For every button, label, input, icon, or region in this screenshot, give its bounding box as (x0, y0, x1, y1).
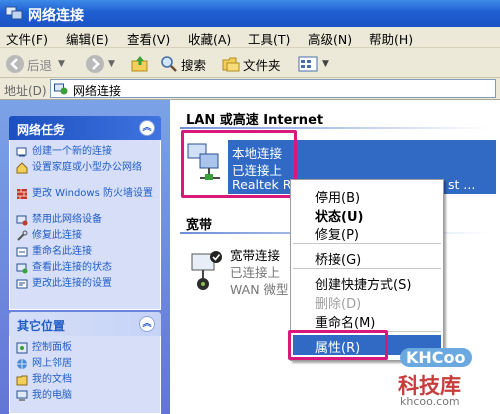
other-places-header[interactable]: 其它位置 ︽ (9, 312, 161, 336)
address-bar: 地址(D) 网络连接 (0, 78, 500, 100)
menu-advanced[interactable]: 高级(N) (308, 29, 352, 48)
lan-group-divider (180, 127, 490, 129)
broadband-group-header: 宽带 (186, 218, 213, 233)
address-field[interactable]: 网络连接 (50, 79, 496, 98)
search-button[interactable]: 搜索 (160, 54, 206, 74)
status-icon (16, 263, 28, 274)
menu-bar: 文件(F) 编辑(E) 查看(V) 收藏(A) 工具(T) 高级(N) 帮助(H… (0, 27, 500, 48)
new-connection-icon (16, 147, 27, 157)
task-sidebar: 网络任务 ︽ 创建一个新的连接 设置家庭或小型办公网络 更改 Windows 防… (0, 100, 170, 414)
ctx-repair[interactable]: 修复(P) (315, 224, 359, 243)
control-panel-icon (16, 342, 28, 354)
up-folder-button[interactable] (130, 54, 150, 74)
network-tasks-panel: 网络任务 ︽ 创建一个新的连接 设置家庭或小型办公网络 更改 Windows 防… (9, 116, 161, 310)
collapse-icon[interactable]: ︽ (139, 120, 155, 136)
folders-label: 文件夹 (243, 57, 281, 73)
forward-dropdown-icon[interactable]: ▼ (108, 59, 115, 69)
rename-icon (16, 247, 28, 257)
ctx-delete: 删除(D) (315, 297, 362, 312)
broadband-connection-device: WAN 微型 (230, 282, 289, 297)
network-folder-icon (54, 83, 68, 95)
watermark-logo: KHCoo (400, 348, 472, 367)
toolbar: 后退 ▼ ▼ 搜索 文件夹 ▼ (0, 48, 500, 78)
network-places-icon (17, 359, 27, 369)
lan-group-header: LAN 或高速 Internet (186, 113, 324, 128)
highlight-box-local-connection (181, 130, 297, 198)
disable-device-icon (16, 215, 28, 226)
back-dropdown-icon[interactable]: ▼ (58, 59, 65, 69)
my-documents-icon (16, 375, 28, 386)
menu-help[interactable]: 帮助(H) (369, 29, 413, 48)
local-connection-device-more: st ... (448, 177, 476, 192)
ctx-status[interactable]: 状态(U) (315, 206, 363, 225)
ctx-rename[interactable]: 重命名(M) (315, 312, 375, 331)
home-network-icon (16, 162, 28, 174)
other-places-body: 控制面板 网上邻居 我的文档 我的电脑 (9, 336, 161, 414)
forward-arrow-icon (86, 55, 104, 73)
folders-icon (222, 57, 240, 72)
address-text: 网络连接 (73, 84, 122, 98)
watermark: KHCoo 科技库 khcoo.com (398, 348, 494, 410)
other-places-panel: 其它位置 ︽ 控制面板 网上邻居 我的文档 我的电脑 (9, 312, 161, 414)
ctx-create-shortcut[interactable]: 创建快捷方式(S) (315, 274, 411, 293)
window-title: 网络连接 (28, 8, 84, 24)
ctx-disable[interactable]: 停用(B) (315, 187, 360, 206)
network-connections-icon (5, 6, 23, 20)
ctx-separator (293, 268, 441, 269)
network-tasks-header[interactable]: 网络任务 ︽ (9, 116, 161, 140)
views-icon (298, 56, 318, 72)
highlight-box-properties (288, 330, 388, 360)
search-icon (161, 56, 177, 72)
collapse-icon[interactable]: ︽ (139, 316, 155, 332)
menu-edit[interactable]: 编辑(E) (66, 29, 109, 48)
firewall-icon (17, 189, 27, 199)
my-computer-icon (16, 390, 28, 401)
watermark-url: khcoo.com (400, 395, 460, 408)
menu-favorites[interactable]: 收藏(A) (188, 29, 231, 48)
menu-view[interactable]: 查看(V) (127, 29, 170, 48)
back-arrow-icon (6, 55, 24, 73)
back-button[interactable]: 后退 ▼ (6, 54, 65, 74)
menu-file[interactable]: 文件(F) (6, 29, 48, 48)
menu-tools[interactable]: 工具(T) (248, 29, 290, 48)
back-label: 后退 (27, 57, 53, 73)
up-folder-icon (131, 56, 148, 72)
ctx-separator (293, 243, 441, 244)
repair-icon (17, 230, 28, 241)
title-bar[interactable]: 网络连接 (0, 0, 500, 27)
other-places-title: 其它位置 (17, 319, 66, 333)
forward-button[interactable]: ▼ (86, 54, 115, 74)
broadband-connection-icon[interactable] (186, 248, 226, 296)
views-button[interactable]: ▼ (298, 54, 329, 74)
network-tasks-title: 网络任务 (17, 123, 66, 137)
settings-icon (16, 279, 28, 289)
address-label: 地址(D) (4, 84, 47, 98)
network-tasks-body: 创建一个新的连接 设置家庭或小型办公网络 更改 Windows 防火墙设置 禁用… (9, 140, 161, 310)
folders-button[interactable]: 文件夹 (222, 54, 281, 74)
views-dropdown-icon[interactable]: ▼ (322, 59, 329, 69)
search-label: 搜索 (181, 57, 207, 73)
ctx-bridge[interactable]: 桥接(G) (315, 249, 361, 268)
